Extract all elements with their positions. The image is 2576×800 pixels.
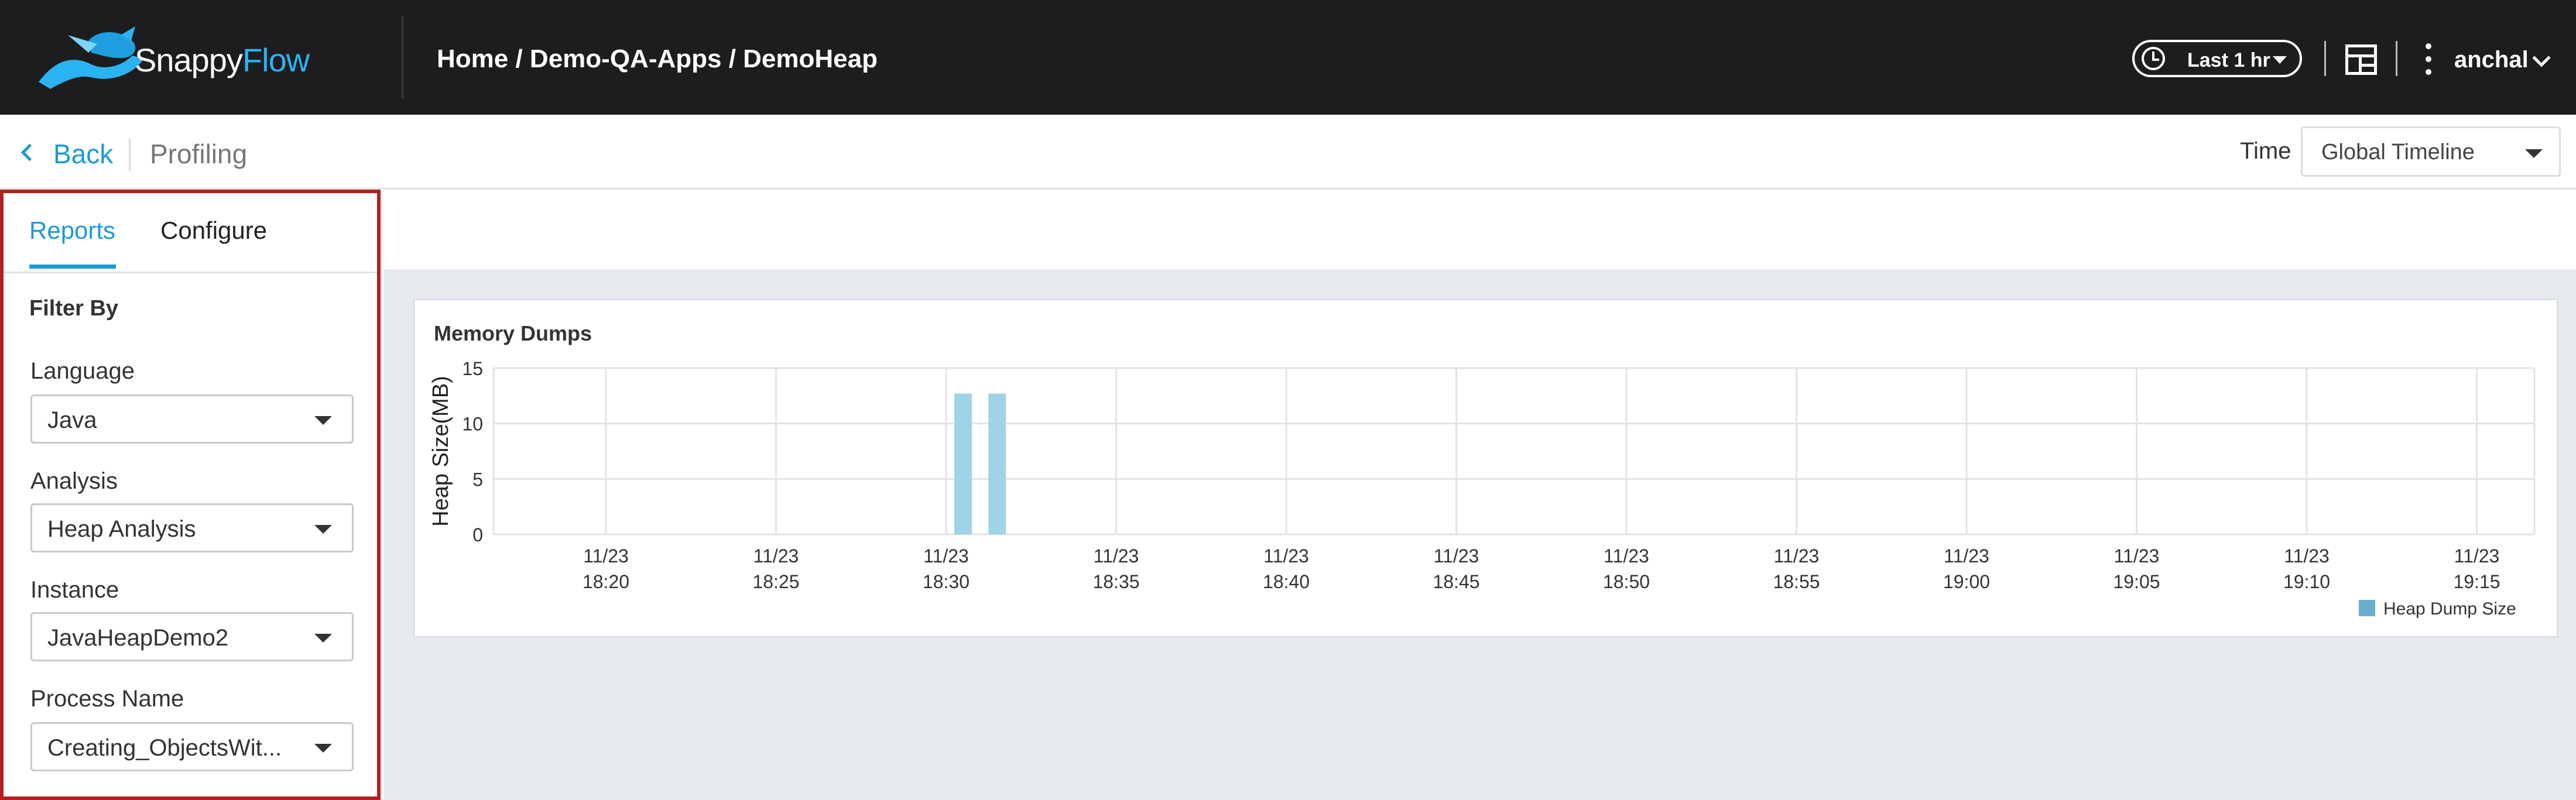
x-tick-label: 18:40 <box>1263 571 1310 592</box>
process-name-select[interactable]: Creating_ObjectsWit... <box>30 722 354 771</box>
process-name-label: Process Name <box>30 686 184 712</box>
more-options-icon[interactable] <box>2424 43 2433 76</box>
snappyflow-logo[interactable] <box>33 23 150 94</box>
tab-configure[interactable]: Configure <box>160 217 267 245</box>
x-tick-label: 11/23 <box>1094 545 1139 566</box>
divider <box>402 16 403 98</box>
tab-reports[interactable]: Reports <box>29 217 115 245</box>
x-tick-label: 18:25 <box>752 571 799 592</box>
process-name-select-value: Creating_ObjectsWit... <box>47 735 282 761</box>
x-tick-label: 11/23 <box>583 545 629 566</box>
breadcrumb[interactable]: Home / Demo-QA-Apps / DemoHeap <box>437 44 878 74</box>
legend-swatch <box>2359 600 2375 616</box>
filter-heading: Filter By <box>29 296 119 321</box>
tab-bar: Reports Configure <box>4 193 377 273</box>
heap-dump-bar <box>954 393 972 534</box>
caret-down-icon <box>314 744 332 753</box>
x-tick-label: 11/23 <box>1434 545 1479 566</box>
caret-down-icon <box>2273 56 2287 64</box>
legend-label: Heap Dump Size <box>2383 599 2516 619</box>
instance-select-value: JavaHeapDemo2 <box>47 625 229 651</box>
instance-select[interactable]: JavaHeapDemo2 <box>30 612 354 661</box>
user-menu[interactable]: anchal <box>2454 47 2529 73</box>
y-tick-label: 15 <box>462 358 483 379</box>
x-tick-label: 11/23 <box>923 545 969 566</box>
brand-name-part1: Snappy <box>135 42 243 78</box>
divider <box>2396 41 2397 76</box>
timeline-select[interactable]: Global Timeline <box>2301 126 2561 177</box>
x-tick-label: 11/23 <box>2454 545 2500 566</box>
x-tick-label: 18:55 <box>1773 571 1820 592</box>
language-select-value: Java <box>47 407 97 433</box>
y-tick-label: 10 <box>462 414 483 435</box>
top-navbar: SnappyFlow Home / Demo-QA-Apps / DemoHea… <box>0 0 2576 115</box>
brand-name-part2: Flow <box>242 42 310 78</box>
memory-dumps-card: Memory Dumps 0 5 10 15 11/23 18:20 11/23 18:25 1… <box>413 298 2558 638</box>
memory-dumps-chart: 0 5 10 15 11/23 18:20 11/23 18:25 11/23 18:30 11/2… <box>429 358 2536 619</box>
x-tick-label: 11/23 <box>2114 545 2160 566</box>
analysis-select-value: Heap Analysis <box>47 516 196 542</box>
timeline-select-value: Global Timeline <box>2321 140 2475 164</box>
time-range-label: Last 1 hr <box>2187 49 2270 71</box>
x-tick-label: 19:05 <box>2113 571 2160 592</box>
instance-label: Instance <box>30 577 119 603</box>
x-tick-label: 18:35 <box>1092 571 1139 592</box>
caret-down-icon <box>2525 149 2543 158</box>
x-tick-label: 18:50 <box>1603 571 1650 592</box>
x-tick-label: 11/23 <box>1944 545 1989 566</box>
filter-panel: Reports Configure Filter By Language Jav… <box>0 190 381 800</box>
time-range-selector[interactable]: Last 1 hr <box>2132 40 2302 77</box>
back-label: Back <box>53 139 114 169</box>
caret-down-icon <box>314 634 332 643</box>
divider <box>2324 41 2326 76</box>
x-tick-label: 19:00 <box>1943 571 1990 592</box>
analysis-label: Analysis <box>30 468 118 494</box>
x-tick-label: 11/23 <box>1604 545 1649 566</box>
time-label: Time <box>2240 138 2291 164</box>
language-label: Language <box>30 358 135 384</box>
active-tab-indicator <box>29 265 116 269</box>
x-tick-label: 18:30 <box>923 571 970 592</box>
x-tick-label: 18:20 <box>583 571 629 592</box>
chevron-down-icon[interactable] <box>2532 49 2551 67</box>
x-tick-label: 11/23 <box>1263 545 1309 566</box>
dashboard-layout-icon[interactable] <box>2345 44 2377 75</box>
divider <box>129 138 131 171</box>
x-tick-label: 11/23 <box>2284 545 2330 566</box>
analysis-select[interactable]: Heap Analysis <box>30 503 354 552</box>
caret-down-icon <box>314 525 332 534</box>
x-tick-label: 18:45 <box>1433 571 1479 592</box>
chevron-left-icon <box>20 143 39 162</box>
x-tick-label: 19:15 <box>2453 571 2500 592</box>
back-button[interactable]: Back <box>20 138 114 170</box>
clock-icon <box>2142 47 2165 70</box>
heap-dump-bar <box>988 393 1006 534</box>
y-axis-label: Heap Size(MB) <box>429 376 453 527</box>
brand-name: SnappyFlow <box>135 41 310 79</box>
page-header <box>0 115 2576 190</box>
x-tick-label: 11/23 <box>1774 545 1820 566</box>
page-title: Profiling <box>150 139 248 169</box>
x-tick-label: 11/23 <box>753 545 799 566</box>
y-tick-label: 5 <box>472 469 483 490</box>
caret-down-icon <box>314 416 332 425</box>
language-select[interactable]: Java <box>30 394 354 444</box>
y-tick-label: 0 <box>472 524 483 545</box>
x-tick-label: 19:10 <box>2283 571 2330 592</box>
